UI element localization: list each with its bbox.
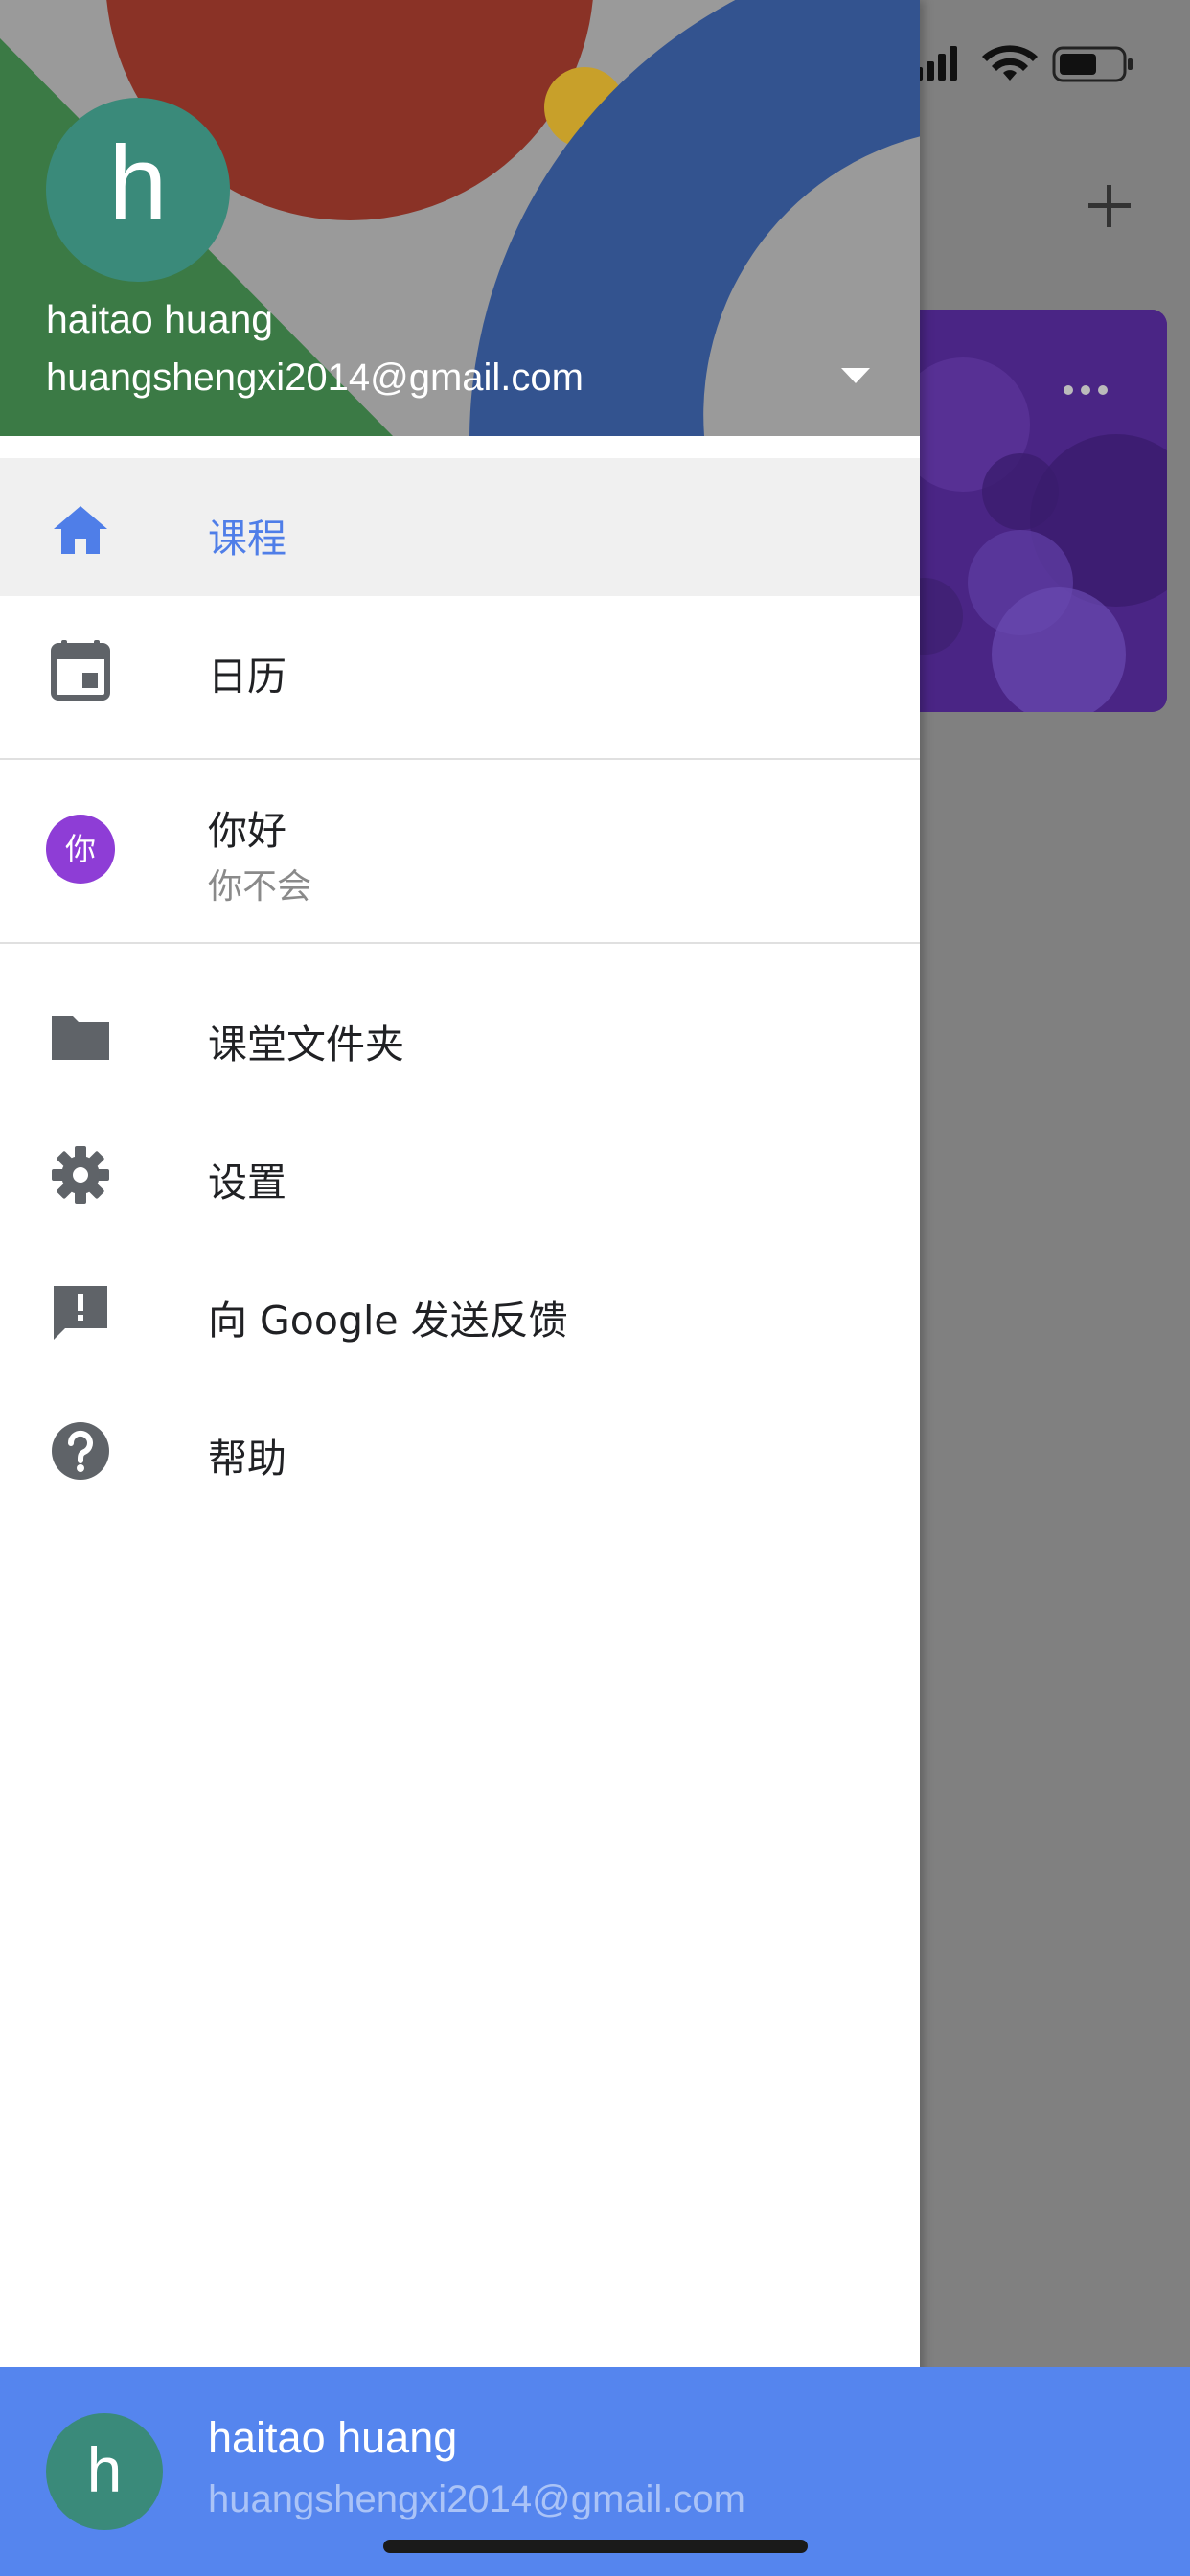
account-bar-email: huangshengxi2014@gmail.com xyxy=(208,2478,745,2520)
class-card-art xyxy=(905,310,1167,712)
nav-label-courses: 课程 xyxy=(208,516,286,562)
nav-label-help: 帮助 xyxy=(208,1436,286,1482)
gear-icon xyxy=(52,1146,109,1204)
nav-label-settings: 设置 xyxy=(208,1160,286,1206)
navigation-drawer: h haitao huang huangshengxi2014@gmail.co… xyxy=(0,0,920,2576)
drawer-header[interactable]: h haitao huang huangshengxi2014@gmail.co… xyxy=(0,0,920,436)
nav-item-calendar[interactable]: 日历 xyxy=(0,596,920,734)
class-item[interactable]: 你 你好 你不会 xyxy=(0,767,920,932)
class-card[interactable] xyxy=(905,310,1167,712)
help-icon xyxy=(52,1422,109,1480)
nav-item-class-folders[interactable]: 课堂文件夹 xyxy=(0,964,920,1102)
divider xyxy=(0,942,920,944)
nav-label-class-folders: 课堂文件夹 xyxy=(208,1022,404,1068)
account-email: huangshengxi2014@gmail.com xyxy=(46,356,584,399)
add-icon[interactable] xyxy=(1081,177,1138,235)
account-bar-name: haitao huang xyxy=(208,2413,458,2462)
class-subtitle: 你不会 xyxy=(208,867,312,907)
status-bar-icons xyxy=(915,45,1133,82)
folder-icon xyxy=(52,1016,109,1060)
account-name: haitao huang xyxy=(46,297,274,341)
class-title: 你好 xyxy=(208,808,286,854)
dropdown-icon[interactable] xyxy=(839,366,872,385)
home-indicator[interactable] xyxy=(383,2540,808,2553)
nav-item-help[interactable]: 帮助 xyxy=(0,1378,920,1516)
account-bar-avatar: h xyxy=(46,2413,163,2530)
feedback-icon xyxy=(54,1286,107,1340)
wifi-icon xyxy=(982,45,1038,80)
signal-icon xyxy=(915,46,957,80)
calendar-icon xyxy=(51,640,110,701)
more-icon[interactable] xyxy=(1059,379,1116,402)
home-icon xyxy=(54,506,107,554)
class-avatar: 你 xyxy=(46,815,115,884)
nav-label-feedback: 向 Google 发送反馈 xyxy=(208,1298,568,1344)
nav-item-courses[interactable]: 课程 xyxy=(0,458,920,596)
nav-label-calendar: 日历 xyxy=(208,654,286,700)
nav-item-settings[interactable]: 设置 xyxy=(0,1102,920,1240)
account-avatar[interactable]: h xyxy=(46,98,230,282)
divider xyxy=(0,758,920,760)
battery-icon xyxy=(1052,46,1133,82)
nav-item-feedback[interactable]: 向 Google 发送反馈 xyxy=(0,1240,920,1378)
account-bar[interactable]: h haitao huang huangshengxi2014@gmail.co… xyxy=(0,2367,1190,2576)
